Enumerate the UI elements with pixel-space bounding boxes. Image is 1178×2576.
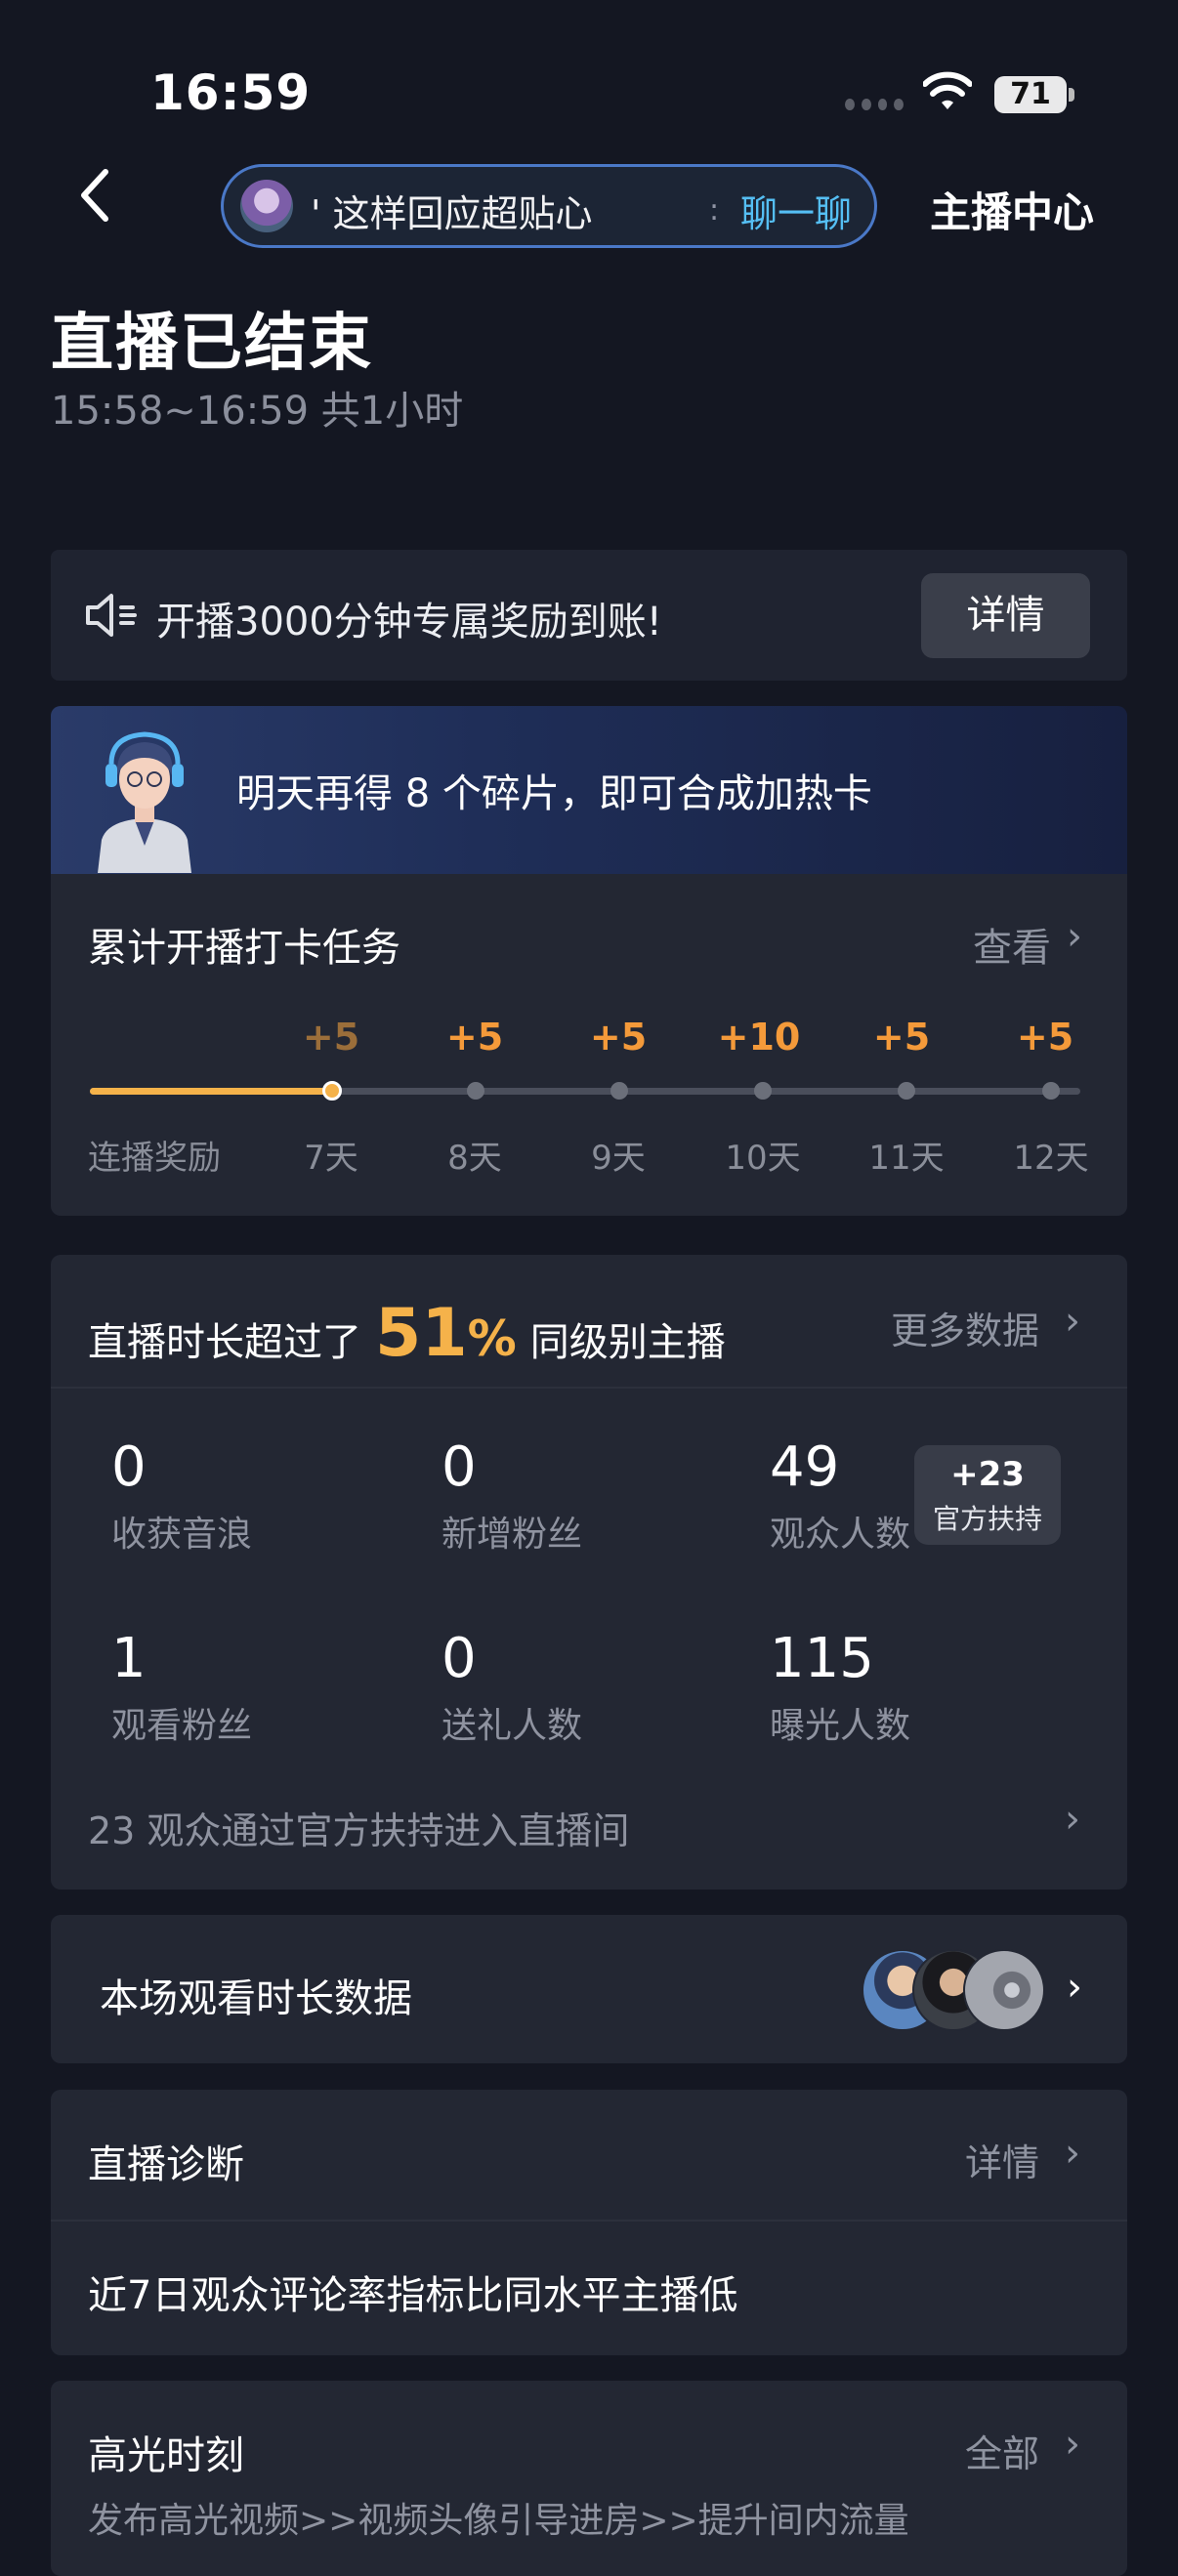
streak-reward-label: 连播奖励 [88, 1139, 221, 1178]
reward-10d: +10 [717, 1016, 801, 1059]
viewer-avatar [963, 1949, 1045, 2031]
chevron-right-icon[interactable]: › [1065, 2131, 1080, 2176]
reward-11d: +5 [872, 1016, 931, 1059]
boost-value: +23 [950, 1455, 1025, 1494]
notice-detail-button[interactable]: 详情 [921, 573, 1090, 658]
day-label-7d: 7天 [304, 1139, 358, 1178]
boost-label: 官方扶持 [932, 1503, 1042, 1535]
chevron-right-icon[interactable]: › [1065, 1797, 1080, 1842]
day-label-10d: 10天 [725, 1139, 801, 1178]
official-boost-footer[interactable]: 23 观众通过官方扶持进入直播间 [88, 1801, 629, 1854]
progress-dot-11d [898, 1082, 915, 1100]
cellular-signal-icon [845, 98, 904, 111]
checkin-progress-fill [90, 1088, 327, 1095]
chevron-right-icon[interactable]: › [1065, 1299, 1080, 1344]
stats-headline: 直播时长超过了 51 % 同级别主播 [88, 1295, 726, 1372]
diagnosis-detail-link[interactable]: 详情 [965, 2133, 1039, 2186]
stat-label-gifters: 送礼人数 [442, 1706, 583, 1746]
stats-headline-suffix: 同级别主播 [529, 1320, 726, 1365]
banner-text: 明天再得 8 个碎片，即可合成加热卡 [236, 771, 872, 816]
chevron-right-icon[interactable]: › [1065, 2422, 1080, 2467]
chevron-right-icon[interactable]: › [1067, 1965, 1082, 2010]
assistant-avatar [240, 180, 293, 232]
stat-value-new-fans: 0 [442, 1435, 477, 1499]
progress-dot-7d [322, 1081, 342, 1101]
diagnosis-divider [51, 2220, 1127, 2222]
battery-cap [1069, 88, 1074, 102]
day-label-9d: 9天 [591, 1139, 646, 1178]
viewer-avatars [862, 1949, 1045, 2031]
diagnosis-text: 近7日观众评论率指标比同水平主播低 [88, 2273, 738, 2318]
stat-label-viewers: 观众人数 [770, 1515, 911, 1555]
stat-value-viewers: 49 [770, 1435, 840, 1499]
stat-label-income: 收获音浪 [111, 1515, 253, 1555]
progress-dot-10d [754, 1082, 772, 1100]
reward-7d: +5 [302, 1016, 360, 1059]
stat-value-income: 0 [111, 1435, 147, 1499]
host-center-link[interactable]: 主播中心 [930, 180, 1094, 239]
stat-value-gifters: 0 [442, 1627, 477, 1690]
status-time: 16:59 [150, 64, 312, 121]
stats-percentile: 51 [375, 1295, 468, 1372]
reward-9d: +5 [589, 1016, 648, 1059]
progress-dot-8d [467, 1082, 484, 1100]
watch-duration-label: 本场观看时长数据 [100, 1976, 412, 2021]
stat-value-exposure: 115 [770, 1627, 874, 1690]
stat-label-watching-fans: 观看粉丝 [111, 1706, 253, 1746]
progress-dot-9d [610, 1082, 628, 1100]
host-character-illustration [98, 731, 191, 873]
stats-percent-sign: % [467, 1310, 517, 1367]
live-time-range: 15:58~16:59 共1小时 [51, 389, 464, 434]
day-label-12d: 12天 [1013, 1139, 1089, 1178]
notice-text: 开播3000分钟专属奖励到账! [156, 600, 662, 644]
day-label-8d: 8天 [447, 1139, 502, 1178]
chevron-right-icon[interactable]: › [1067, 914, 1082, 959]
chat-separator: : [709, 193, 720, 228]
stats-headline-prefix: 直播时长超过了 [88, 1320, 361, 1365]
wifi-icon [923, 71, 972, 109]
diagnosis-title: 直播诊断 [88, 2142, 244, 2187]
page-title: 直播已结束 [51, 308, 373, 380]
day-label-11d: 11天 [868, 1139, 945, 1178]
checkin-view-link[interactable]: 查看 [973, 916, 1051, 973]
stats-divider [51, 1387, 1127, 1389]
reward-8d: +5 [445, 1016, 504, 1059]
highlights-title: 高光时刻 [88, 2433, 244, 2478]
stat-label-new-fans: 新增粉丝 [442, 1515, 583, 1555]
back-arrow-icon[interactable] [76, 166, 115, 225]
more-data-link[interactable]: 更多数据 [891, 1301, 1039, 1354]
highlights-all-link[interactable]: 全部 [965, 2424, 1039, 2477]
speaker-icon [86, 594, 137, 637]
battery-icon: 71 [994, 76, 1067, 113]
stat-label-exposure: 曝光人数 [770, 1706, 911, 1746]
checkin-task-title: 累计开播打卡任务 [88, 926, 400, 971]
stat-value-watching-fans: 1 [111, 1627, 147, 1690]
chat-action-link[interactable]: 聊一聊 [740, 184, 852, 237]
highlights-text: 发布高光视频>>视频头像引导进房>>提升间内流量 [88, 2501, 909, 2541]
progress-dot-12d [1042, 1082, 1060, 1100]
reward-12d: +5 [1016, 1016, 1074, 1059]
chat-prompt-text: ' 这样回应超贴心 [311, 192, 593, 235]
